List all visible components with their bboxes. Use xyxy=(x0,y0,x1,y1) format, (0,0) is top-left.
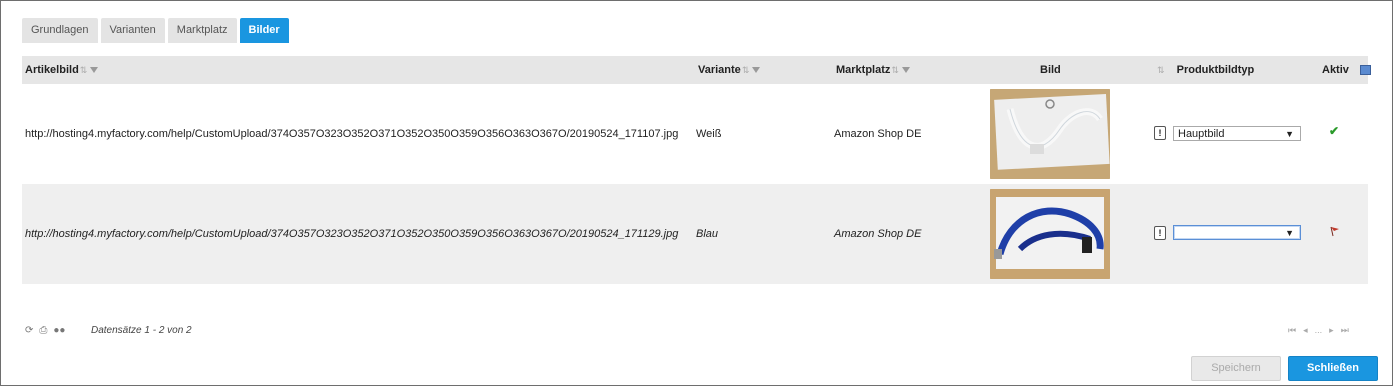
columns-icon[interactable]: ●● xyxy=(53,325,65,336)
filter-icon[interactable] xyxy=(901,67,910,74)
col-header-bild: Bild xyxy=(1040,64,1061,76)
tab-bilder[interactable]: Bilder xyxy=(239,18,289,43)
pager-ellipsis: ... xyxy=(1314,325,1323,335)
filter-icon[interactable] xyxy=(752,67,761,74)
cell-marktplatz: Amazon Shop DE xyxy=(834,228,922,240)
table-row[interactable]: http://hosting4.myfactory.com/help/Custo… xyxy=(22,84,1368,184)
next-page-icon[interactable]: ▸ xyxy=(1329,325,1334,336)
pager: ⏮ ◂ ... ▸ ⏭ xyxy=(1288,325,1349,336)
table-row[interactable]: http://hosting4.myfactory.com/help/Custo… xyxy=(22,184,1368,284)
chevron-down-icon: ▼ xyxy=(1285,228,1294,238)
save-button[interactable]: Speichern xyxy=(1191,356,1281,381)
print-icon[interactable]: ⎙ xyxy=(39,325,47,336)
col-header-variante[interactable]: Variante⇅ xyxy=(698,56,761,84)
cell-variante: Blau xyxy=(696,228,719,240)
sort-icon[interactable]: ⇅ xyxy=(1157,56,1165,84)
flag-icon[interactable] xyxy=(1330,226,1340,240)
sort-icon[interactable]: ⇅ xyxy=(80,56,88,84)
produktbildtyp-select[interactable]: ▼ xyxy=(1173,225,1301,240)
col-header-marktplatz[interactable]: Marktplatz⇅ xyxy=(836,56,910,84)
sort-icon[interactable]: ⇅ xyxy=(891,56,899,84)
tab-marktplatz[interactable]: Marktplatz xyxy=(167,18,237,43)
grid-header: Artikelbild⇅ Variante⇅ Marktplatz⇅ Bild … xyxy=(22,56,1371,84)
produktbildtyp-select[interactable]: Hauptbild ▼ xyxy=(1173,126,1301,141)
refresh-icon[interactable]: ⟳ xyxy=(25,325,33,336)
cell-url: http://hosting4.myfactory.com/help/Custo… xyxy=(25,128,679,140)
tab-bar: Grundlagen Varianten Marktplatz Bilder xyxy=(22,18,289,43)
cell-variante: Weiß xyxy=(696,128,722,140)
white-lanyard-photo[interactable] xyxy=(990,89,1110,179)
sort-icon[interactable]: ⇅ xyxy=(742,56,750,84)
col-label-produktbildtyp: Produktbildtyp xyxy=(1176,64,1255,76)
blue-lanyard-photo[interactable] xyxy=(990,189,1110,279)
check-icon[interactable]: ✔ xyxy=(1329,124,1339,138)
info-button[interactable]: ! xyxy=(1154,126,1166,140)
last-page-icon[interactable]: ⏭ xyxy=(1341,325,1349,336)
record-count: Datensätze 1 - 2 von 2 xyxy=(91,325,192,336)
select-value: Hauptbild xyxy=(1178,128,1225,140)
grid-toolbar: ⟳ ⎙ ●● xyxy=(25,325,65,336)
close-button[interactable]: Schließen xyxy=(1288,356,1378,381)
chevron-down-icon: ▼ xyxy=(1285,129,1294,139)
cell-url: http://hosting4.myfactory.com/help/Custo… xyxy=(25,228,679,240)
tab-grundlagen[interactable]: Grundlagen xyxy=(22,18,98,43)
col-label-marktplatz: Marktplatz xyxy=(836,64,891,76)
col-label-artikelbild: Artikelbild xyxy=(25,64,79,76)
first-page-icon[interactable]: ⏮ xyxy=(1288,325,1296,336)
col-header-produktbildtyp[interactable]: ⇅ Produktbildtyp xyxy=(1156,56,1254,84)
tab-varianten[interactable]: Varianten xyxy=(100,18,165,43)
col-header-artikelbild[interactable]: Artikelbild⇅ xyxy=(25,56,99,84)
cell-marktplatz: Amazon Shop DE xyxy=(834,128,922,140)
image-settings-icon[interactable] xyxy=(1360,65,1371,75)
images-grid: Artikelbild⇅ Variante⇅ Marktplatz⇅ Bild … xyxy=(22,56,1371,284)
filter-icon[interactable] xyxy=(90,67,99,74)
col-header-aktiv: Aktiv xyxy=(1322,64,1349,76)
info-button[interactable]: ! xyxy=(1154,226,1166,240)
prev-page-icon[interactable]: ◂ xyxy=(1303,325,1308,336)
col-label-variante: Variante xyxy=(698,64,741,76)
